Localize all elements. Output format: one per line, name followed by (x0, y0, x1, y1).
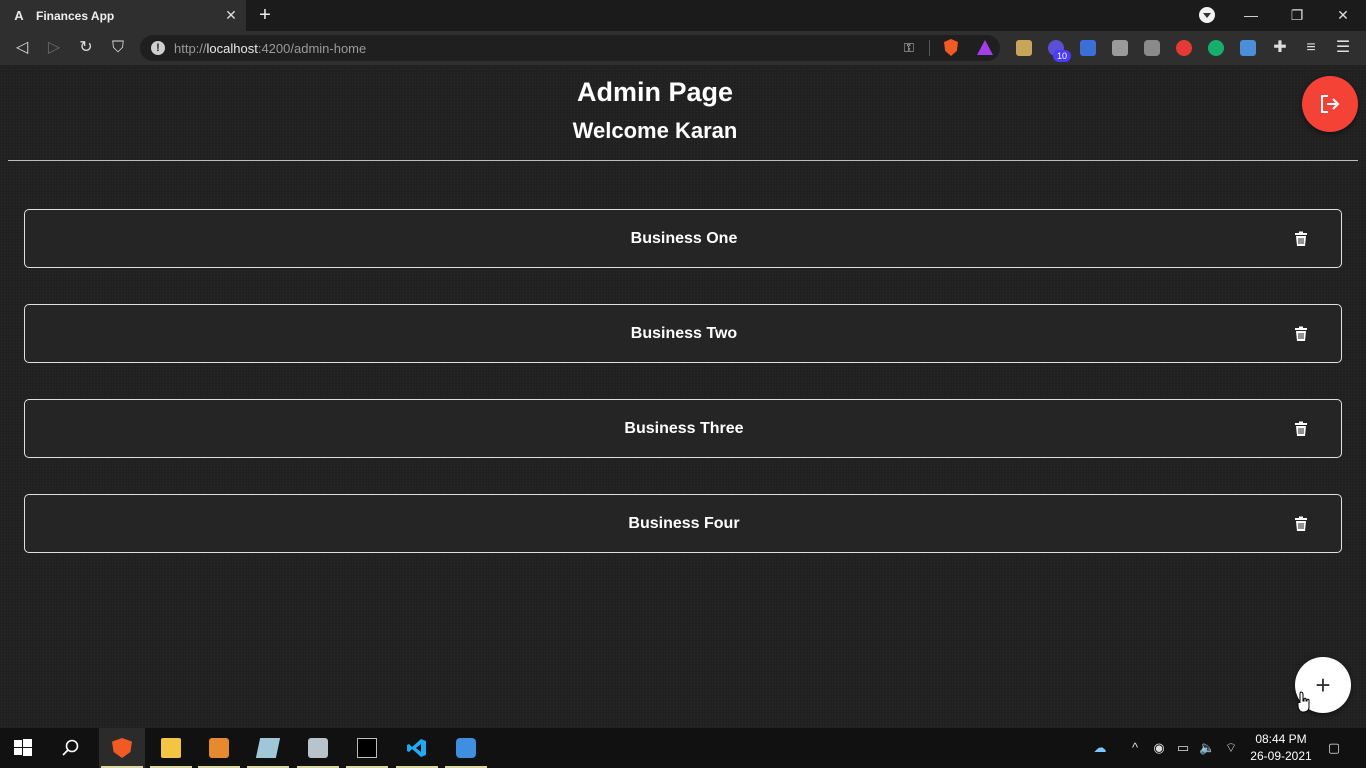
volume-icon[interactable]: 🔈 (1199, 740, 1215, 756)
taskbar-brave[interactable] (99, 728, 145, 768)
brave-rewards-icon[interactable] (977, 40, 993, 55)
back-icon[interactable]: ◁ (12, 38, 32, 58)
bookmark-icon[interactable]: ⛉ (108, 38, 128, 58)
admin-page: Admin Page Welcome Karan Business One Bu… (0, 65, 1366, 728)
webcam-icon[interactable]: ◉ (1151, 740, 1167, 756)
terminal-icon (357, 738, 377, 758)
taskbar-file-explorer[interactable] (148, 728, 194, 768)
tab-title: Finances App (36, 8, 115, 23)
media-queue-icon[interactable]: ≡ (1301, 38, 1321, 58)
vscode-icon (407, 739, 426, 757)
taskbar-media-player[interactable] (196, 728, 242, 768)
trash-icon[interactable] (1293, 231, 1309, 247)
extension-icon[interactable] (1080, 40, 1096, 56)
taskbar-vscode[interactable] (394, 728, 440, 768)
extension-icon[interactable] (1112, 40, 1128, 56)
brave-browser-icon (112, 738, 132, 758)
password-key-icon[interactable]: ⚿ (904, 40, 914, 56)
search-icon (62, 739, 79, 756)
site-info-icon[interactable]: ! (151, 41, 165, 55)
header-divider (8, 160, 1358, 161)
battery-icon[interactable]: ▭ (1175, 740, 1191, 756)
show-hidden-icons-icon[interactable]: ^ (1127, 740, 1143, 756)
logout-button[interactable] (1302, 76, 1358, 132)
search-button[interactable] (48, 728, 94, 768)
profile-menu-icon[interactable] (1199, 7, 1215, 23)
minimize-icon[interactable]: — (1241, 6, 1261, 24)
address-bar[interactable]: ! http://localhost:4200/admin-home ⚿ (140, 35, 1000, 61)
business-name: Business Two (630, 325, 738, 342)
taskbar-screen-recorder[interactable] (443, 728, 489, 768)
windows-logo-icon (14, 739, 32, 756)
clock-date: 26-09-2021 (1250, 749, 1312, 763)
extension-icon[interactable] (1176, 40, 1192, 56)
omnibox-separator (929, 40, 930, 56)
extension-badge: 10 (1053, 50, 1071, 62)
address-url[interactable]: http://localhost:4200/admin-home (174, 41, 366, 56)
forward-icon[interactable]: ▷ (44, 38, 64, 58)
welcome-message: Welcome Karan (572, 118, 738, 143)
browser-tab[interactable]: A Finances App ✕ (0, 0, 246, 31)
page-title: Admin Page (576, 77, 734, 107)
taskbar-terminal[interactable] (344, 728, 390, 768)
clock-time: 08:44 PM (1255, 732, 1307, 746)
taskbar-clock[interactable]: 08:44 PM 26-09-2021 (1244, 731, 1318, 765)
extensions-puzzle-icon[interactable]: ✚ (1270, 38, 1290, 58)
hand-cursor-icon (1297, 691, 1310, 713)
recorder-icon (456, 738, 476, 758)
business-card[interactable]: Business Three (24, 399, 1342, 458)
angular-favicon-icon: A (14, 7, 24, 23)
business-name: Business Three (624, 420, 744, 437)
taskbar-app[interactable] (295, 728, 341, 768)
window-close-icon[interactable]: ✕ (1333, 6, 1353, 24)
folder-icon (161, 738, 181, 758)
business-card[interactable]: Business Four (24, 494, 1342, 553)
browser-menu-icon[interactable]: ☰ (1333, 38, 1353, 58)
browser-toolbar: ◁ ▷ ↻ ⛉ ! http://localhost:4200/admin-ho… (0, 31, 1366, 65)
trash-icon[interactable] (1293, 516, 1309, 532)
browser-tabbar: A Finances App ✕ + — ❐ ✕ (0, 0, 1366, 31)
weather-icon[interactable]: ☁ (1090, 740, 1110, 756)
taskbar-app[interactable] (245, 728, 291, 768)
app-icon (255, 738, 281, 758)
brave-shields-icon[interactable] (944, 39, 958, 56)
tab-close-icon[interactable]: ✕ (224, 8, 238, 22)
media-player-icon (209, 738, 229, 758)
windows-taskbar: ☁ ^ ◉ ▭ 🔈 ⌔ 08:44 PM 26-09-2021 ▢ (0, 728, 1366, 768)
app-icon (308, 738, 328, 758)
extension-icon[interactable] (1240, 40, 1256, 56)
wifi-icon[interactable]: ⌔ (1223, 740, 1239, 756)
business-card[interactable]: Business One (24, 209, 1342, 268)
reload-icon[interactable]: ↻ (76, 38, 96, 58)
new-tab-icon[interactable]: + (256, 5, 274, 25)
business-name: Business One (630, 230, 738, 247)
trash-icon[interactable] (1293, 421, 1309, 437)
logout-icon (1321, 95, 1340, 113)
start-button[interactable] (0, 728, 46, 768)
business-card[interactable]: Business Two (24, 304, 1342, 363)
notifications-icon[interactable]: ▢ (1325, 740, 1343, 756)
restore-icon[interactable]: ❐ (1287, 6, 1307, 24)
business-name: Business Four (628, 515, 740, 532)
grammarly-icon[interactable] (1208, 40, 1224, 56)
extension-icon[interactable] (1016, 40, 1032, 56)
trash-icon[interactable] (1293, 326, 1309, 342)
camera-extension-icon[interactable] (1144, 40, 1160, 56)
